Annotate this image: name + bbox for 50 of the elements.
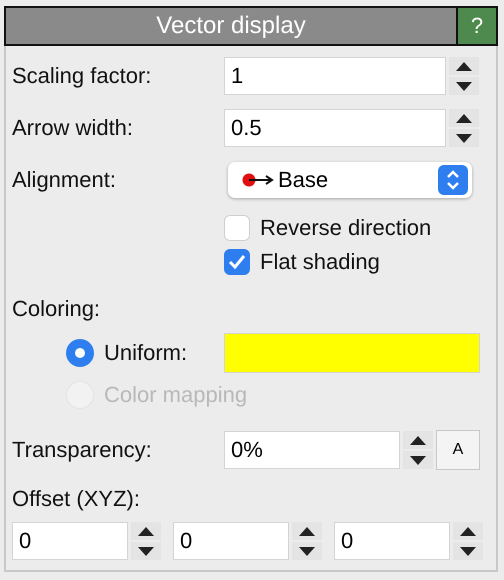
checkbox-label: Reverse direction — [260, 215, 432, 241]
checkbox[interactable] — [224, 249, 250, 275]
arrow-icon — [242, 173, 274, 187]
section-label: Coloring: — [12, 296, 102, 322]
triangle-up-icon — [456, 62, 472, 70]
color-swatch[interactable] — [224, 333, 480, 373]
triangle-down-icon — [460, 546, 476, 556]
decrement-button[interactable] — [292, 542, 322, 560]
input-field[interactable]: 0% — [224, 431, 400, 469]
triangle-up-icon — [460, 526, 476, 536]
increment-button[interactable] — [403, 431, 433, 449]
checkbox-label: Flat shading — [260, 249, 380, 275]
triangle-up-icon — [138, 526, 154, 536]
up-down-chevron-icon — [438, 165, 468, 195]
field-label: Offset (XYZ): — [12, 486, 141, 512]
decrement-button[interactable] — [403, 451, 433, 469]
decrement-button[interactable] — [449, 129, 479, 147]
increment-button[interactable] — [292, 522, 322, 540]
increment-button[interactable] — [453, 522, 483, 540]
triangle-up-icon — [456, 114, 472, 122]
input-field[interactable]: 0 — [173, 522, 289, 560]
decrement-button[interactable] — [131, 542, 161, 560]
checkbox[interactable] — [224, 215, 250, 241]
triangle-up-icon — [299, 526, 315, 536]
alignment-dropdown[interactable]: Base — [228, 162, 472, 198]
field-label: Transparency: — [12, 437, 153, 463]
help-button[interactable]: ? — [456, 8, 496, 44]
radio-button[interactable] — [66, 339, 94, 367]
triangle-down-icon — [138, 546, 154, 556]
input-field[interactable]: 0.5 — [224, 109, 446, 147]
increment-button[interactable] — [131, 522, 161, 540]
triangle-down-icon — [456, 134, 472, 142]
radio-label: Uniform: — [104, 340, 188, 366]
decrement-button[interactable] — [453, 542, 483, 560]
triangle-down-icon — [456, 82, 472, 90]
triangle-up-icon — [410, 436, 426, 444]
decrement-button[interactable] — [449, 77, 479, 95]
input-field[interactable]: 0 — [334, 522, 450, 560]
field-label: Arrow width: — [12, 115, 134, 141]
field-label: Alignment: — [12, 167, 117, 193]
field-label: Scaling factor: — [12, 63, 152, 89]
panel-title: Vector display — [155, 11, 307, 41]
checkmark-icon — [228, 254, 246, 270]
input-field[interactable]: 1 — [224, 57, 446, 95]
increment-button[interactable] — [449, 109, 479, 127]
input-field[interactable]: 0 — [12, 522, 128, 560]
triangle-down-icon — [299, 546, 315, 556]
triangle-down-icon — [410, 456, 426, 464]
auto-button[interactable]: A — [436, 430, 480, 470]
increment-button[interactable] — [449, 57, 479, 75]
